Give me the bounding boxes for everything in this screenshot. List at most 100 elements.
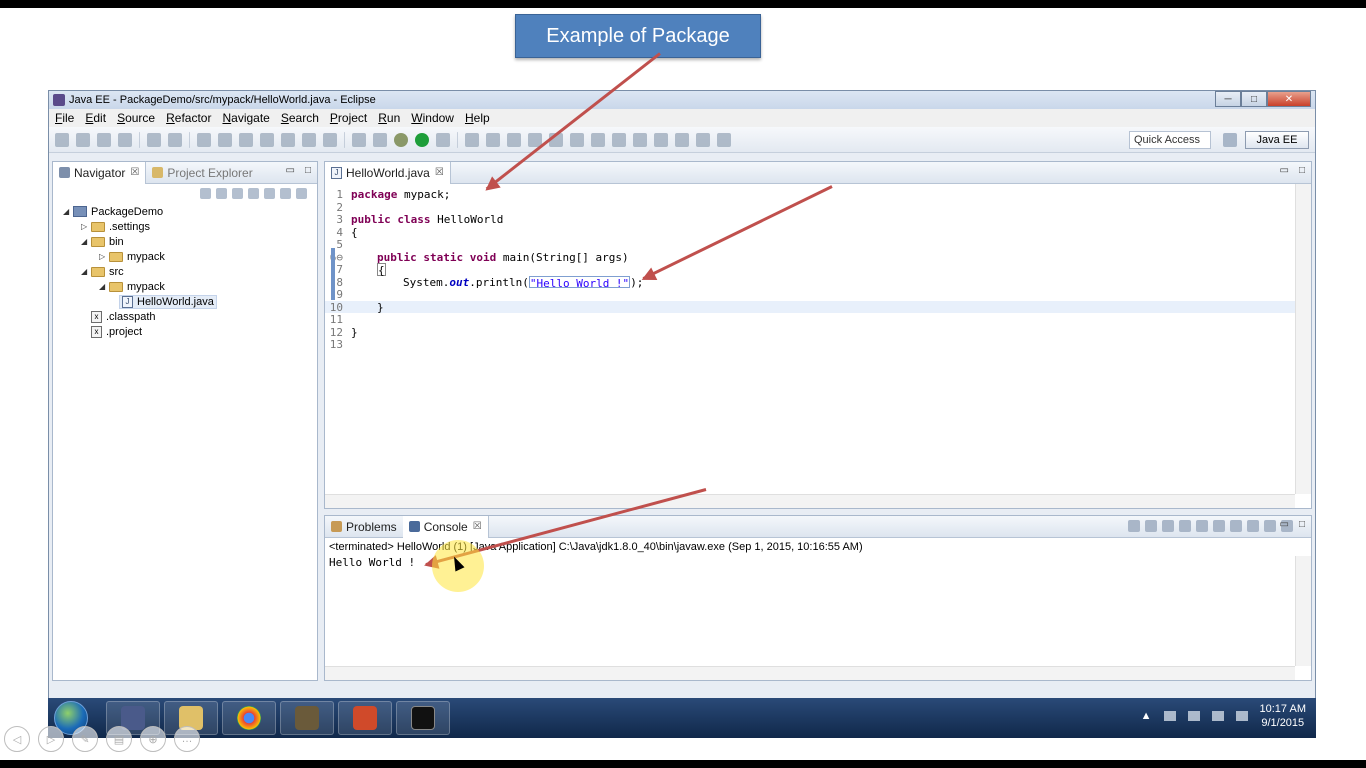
save-all-icon[interactable] (97, 132, 111, 147)
minimize-view-icon[interactable]: ▭ (286, 165, 295, 176)
quick-access-input[interactable]: Quick Access (1129, 131, 1211, 149)
up-icon[interactable] (232, 187, 243, 199)
minimize-button[interactable]: ─ (1215, 91, 1241, 107)
terminate-icon[interactable] (1128, 520, 1140, 532)
tab-project-explorer[interactable]: Project Explorer (146, 162, 258, 184)
debug-icon[interactable] (394, 132, 408, 147)
taskbar-app-cmd[interactable] (396, 701, 450, 735)
slides-icon[interactable]: ▤ (106, 726, 132, 752)
tab-problems[interactable]: Problems (325, 516, 403, 538)
open-perspective-icon[interactable] (1223, 133, 1237, 147)
menu-search[interactable]: Search (281, 111, 319, 125)
view-menu-icon[interactable] (296, 187, 307, 199)
tree-item-classpath[interactable]: x .classpath (63, 309, 317, 324)
show-stderr-icon[interactable] (1230, 520, 1242, 532)
network-icon[interactable] (1187, 711, 1200, 721)
clock[interactable]: 10:17 AM 9/1/2015 (1260, 702, 1306, 730)
more-icon[interactable]: … (174, 726, 200, 752)
step-into-icon[interactable] (281, 132, 295, 147)
menu-edit[interactable]: Edit (85, 111, 106, 125)
pin-icon[interactable] (591, 132, 605, 147)
back-icon[interactable] (200, 187, 211, 199)
maximize-view-icon[interactable]: □ (305, 165, 311, 176)
collapsed-icon[interactable]: ▷ (99, 252, 109, 261)
scroll-lock-icon[interactable] (1196, 520, 1208, 532)
print-icon[interactable] (118, 132, 132, 147)
back-icon[interactable] (696, 132, 710, 147)
publish-icon[interactable] (373, 132, 387, 147)
next-icon[interactable]: ▷ (38, 726, 64, 752)
console-vertical-scrollbar[interactable] (1295, 556, 1311, 666)
tab-console[interactable]: Console ☒ (402, 515, 489, 538)
tree-item-helloworld-java[interactable]: J HelloWorld.java (63, 294, 317, 309)
collapsed-icon[interactable]: ▷ (81, 222, 91, 231)
expanded-icon[interactable]: ◢ (81, 267, 91, 276)
new-icon[interactable] (55, 132, 69, 147)
pin-console-icon[interactable] (1247, 520, 1259, 532)
show-stdout-icon[interactable] (1213, 520, 1225, 532)
close-button[interactable]: ✕ (1267, 91, 1311, 107)
expanded-icon[interactable]: ◢ (63, 207, 73, 216)
tree-item-src-mypack[interactable]: ◢ mypack (63, 279, 317, 294)
forward-icon[interactable] (717, 132, 731, 147)
show-hidden-icons-icon[interactable]: ▲ (1141, 710, 1152, 722)
menu-refactor[interactable]: Refactor (166, 111, 211, 125)
signal-icon[interactable] (1211, 711, 1224, 721)
menu-source[interactable]: Source (117, 111, 155, 125)
close-icon[interactable]: ☒ (130, 167, 139, 178)
menu-file[interactable]: File (55, 111, 74, 125)
disconnect-icon[interactable] (260, 132, 274, 147)
maximize-view-icon[interactable]: □ (1299, 519, 1305, 530)
menu-project[interactable]: Project (330, 111, 367, 125)
collapse-all-icon[interactable] (248, 187, 259, 199)
menu-run[interactable]: Run (378, 111, 400, 125)
perspective-java-ee-button[interactable]: Java EE (1245, 131, 1309, 149)
tree-item-src[interactable]: ◢ src (63, 264, 317, 279)
editor-vertical-scrollbar[interactable] (1295, 184, 1311, 494)
new-class-icon[interactable] (486, 132, 500, 147)
binary-icon[interactable] (147, 132, 161, 147)
resume-icon[interactable] (197, 132, 211, 147)
remove-launch-icon[interactable] (1145, 520, 1157, 532)
tab-helloworld-java[interactable]: J HelloWorld.java ☒ (325, 161, 451, 184)
filter-icon[interactable] (280, 187, 291, 199)
taskbar-app-javaee-ide[interactable] (280, 701, 334, 735)
search-icon[interactable] (570, 132, 584, 147)
run-icon[interactable] (415, 132, 429, 147)
new-java-project-icon[interactable] (465, 132, 479, 147)
taskbar-app-powerpoint[interactable] (338, 701, 392, 735)
console-horizontal-scrollbar[interactable] (325, 666, 1295, 680)
tree-item-packagedemo[interactable]: ◢ PackageDemo (63, 204, 317, 219)
menu-window[interactable]: Window (411, 111, 454, 125)
menu-help[interactable]: Help (465, 111, 490, 125)
editor-horizontal-scrollbar[interactable] (325, 494, 1295, 508)
display-console-icon[interactable] (1264, 520, 1276, 532)
tree-item-bin-mypack[interactable]: ▷ mypack (63, 249, 317, 264)
terminate-icon[interactable] (239, 132, 253, 147)
skip-breakpoints-icon[interactable] (168, 132, 182, 147)
maximize-view-icon[interactable]: □ (1299, 165, 1305, 176)
forward-icon[interactable] (216, 187, 227, 199)
annotation-prev-icon[interactable] (675, 132, 689, 147)
mark-icon[interactable] (612, 132, 626, 147)
selected-item[interactable]: J HelloWorld.java (119, 294, 217, 309)
tab-navigator[interactable]: Navigator ☒ (53, 161, 147, 184)
volume-icon[interactable] (1235, 711, 1248, 721)
close-icon[interactable]: ☒ (435, 167, 444, 178)
tree-item-bin[interactable]: ◢ bin (63, 234, 317, 249)
code-content[interactable]: 1 package mypack; 2 3 public class Hello… (325, 184, 1311, 351)
external-tools-icon[interactable] (436, 132, 450, 147)
maximize-button[interactable]: □ (1241, 91, 1267, 107)
suspend-icon[interactable] (218, 132, 232, 147)
previous-icon[interactable]: ◁ (4, 726, 30, 752)
flag-icon[interactable] (1163, 711, 1176, 721)
save-icon[interactable] (76, 132, 90, 147)
tree-item-project[interactable]: x .project (63, 324, 317, 339)
clear-console-icon[interactable] (1179, 520, 1191, 532)
code-editor[interactable]: 1 package mypack; 2 3 public class Hello… (325, 184, 1311, 351)
step-over-icon[interactable] (302, 132, 316, 147)
globe-icon[interactable] (633, 132, 647, 147)
pen-icon[interactable]: ✎ (72, 726, 98, 752)
expanded-icon[interactable]: ◢ (81, 237, 91, 246)
minimize-view-icon[interactable]: ▭ (1280, 519, 1289, 530)
